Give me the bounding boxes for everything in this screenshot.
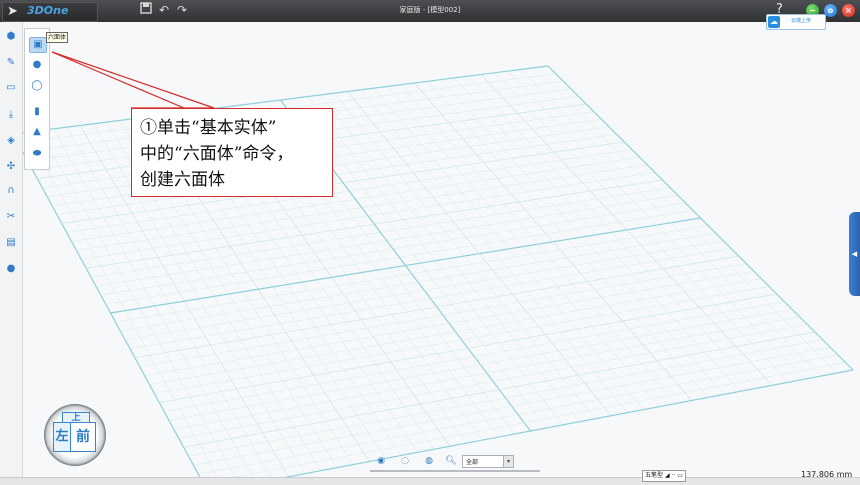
material-icon[interactable]: ● bbox=[4, 262, 18, 276]
title-bar: ➤ 3DOne ↶ ↷ 家庭版 - [模型002] ? − o × bbox=[0, 0, 860, 22]
chevron-down-icon: ▾ bbox=[503, 456, 513, 467]
input-mode-icon-2: ·· bbox=[671, 472, 676, 479]
cylinder-icon[interactable]: ▮ bbox=[29, 105, 45, 119]
grid-line bbox=[284, 369, 854, 477]
filter-value: 全部 bbox=[466, 459, 479, 466]
render-mode-icon[interactable]: ◌ bbox=[398, 455, 412, 467]
combine-icon[interactable]: ✂ bbox=[4, 210, 18, 224]
scale-readout: 137.806 mm bbox=[801, 470, 853, 479]
primitive-solid-icon[interactable]: ⬢ bbox=[4, 30, 18, 44]
cloud-icon: ☁ bbox=[768, 16, 780, 28]
sphere-icon[interactable]: ● bbox=[29, 58, 45, 72]
ellipsoid-icon[interactable]: ⬬ bbox=[29, 147, 45, 161]
cloud-upload-label: 云端上传 bbox=[791, 18, 812, 24]
assembly-icon[interactable]: ✣ bbox=[4, 160, 18, 174]
display-icon[interactable]: ◍ bbox=[422, 455, 436, 467]
3d-viewport[interactable] bbox=[23, 22, 860, 477]
measure-icon[interactable]: ▤ bbox=[4, 236, 18, 250]
view-cube-left[interactable]: 左 bbox=[53, 422, 71, 452]
callout-line-1: ①单击“基本实体” bbox=[140, 118, 277, 138]
redo-button[interactable]: ↷ bbox=[174, 2, 190, 18]
grid-line bbox=[188, 339, 823, 457]
grid-line bbox=[547, 65, 854, 371]
undo-icon: ↶ bbox=[158, 3, 170, 17]
undo-button[interactable]: ↶ bbox=[156, 2, 172, 18]
torus-icon[interactable]: ◯ bbox=[29, 79, 45, 93]
bottom-divider bbox=[370, 470, 540, 472]
grid-line bbox=[178, 324, 808, 439]
view-orient-icon[interactable]: ◉ bbox=[374, 455, 388, 467]
primitive-solid-flyout: ▣ ● ◯ ▮ ▲ ⬬ bbox=[24, 28, 50, 170]
callout-line-2: 中的“六面体”命令， bbox=[140, 144, 294, 164]
grid-line bbox=[183, 331, 815, 448]
input-method-indicator: 五笔型 ◢ ·· ▭ bbox=[642, 470, 686, 482]
zoom-icon[interactable]: 🔍︎ bbox=[444, 455, 458, 467]
cone-icon[interactable]: ▲ bbox=[29, 125, 45, 139]
cloud-upload-button[interactable]: ☁ 云端上传 bbox=[766, 14, 826, 30]
magnet-icon[interactable]: ∩ bbox=[4, 184, 18, 198]
input-mode-icon-3: ▭ bbox=[677, 472, 683, 479]
left-toolbar: ⬢ ✎ ▭ ⤓ ◈ ✣ ∩ ✂ ▤ ● bbox=[0, 22, 23, 484]
window-title: 家庭版 - [模型002] bbox=[399, 6, 461, 14]
callout-line-3: 创建六面体 bbox=[140, 170, 225, 190]
edit-sketch-icon[interactable]: ▭ bbox=[4, 81, 18, 95]
hexahedron-tooltip: 六面体 bbox=[46, 32, 69, 43]
grid-line bbox=[198, 354, 838, 475]
close-button[interactable]: × bbox=[842, 4, 855, 17]
work-plane-grid bbox=[23, 65, 854, 477]
input-mode-label: 五笔型 bbox=[645, 472, 664, 479]
app-logo[interactable]: ➤ 3DOne bbox=[2, 2, 98, 22]
grid-line bbox=[193, 347, 831, 466]
save-button[interactable] bbox=[138, 2, 154, 18]
sketch-icon[interactable]: ✎ bbox=[4, 56, 18, 70]
grid-line bbox=[521, 69, 821, 377]
special-feature-icon[interactable]: ◈ bbox=[4, 134, 18, 148]
instruction-callout: ①单击“基本实体” 中的“六面体”命令， 创建六面体 bbox=[131, 108, 333, 197]
feature-icon[interactable]: ⤓ bbox=[4, 108, 18, 122]
redo-icon: ↷ bbox=[176, 3, 188, 17]
paper-plane-icon: ➤ bbox=[7, 4, 18, 19]
view-cube[interactable]: 上 左 前 bbox=[44, 404, 106, 466]
expand-panel-tab[interactable]: ◀ bbox=[849, 212, 860, 296]
input-mode-icon-1: ◢ bbox=[664, 472, 670, 479]
hexahedron-icon[interactable]: ▣ bbox=[29, 37, 47, 53]
filter-select[interactable]: 全部 ▾ bbox=[462, 455, 514, 468]
brand-name: 3DOne bbox=[27, 4, 69, 17]
grid-line bbox=[534, 67, 838, 374]
grid-line bbox=[234, 362, 846, 477]
save-icon bbox=[140, 2, 152, 14]
view-cube-front[interactable]: 前 bbox=[70, 422, 96, 452]
grid-line bbox=[507, 70, 805, 380]
